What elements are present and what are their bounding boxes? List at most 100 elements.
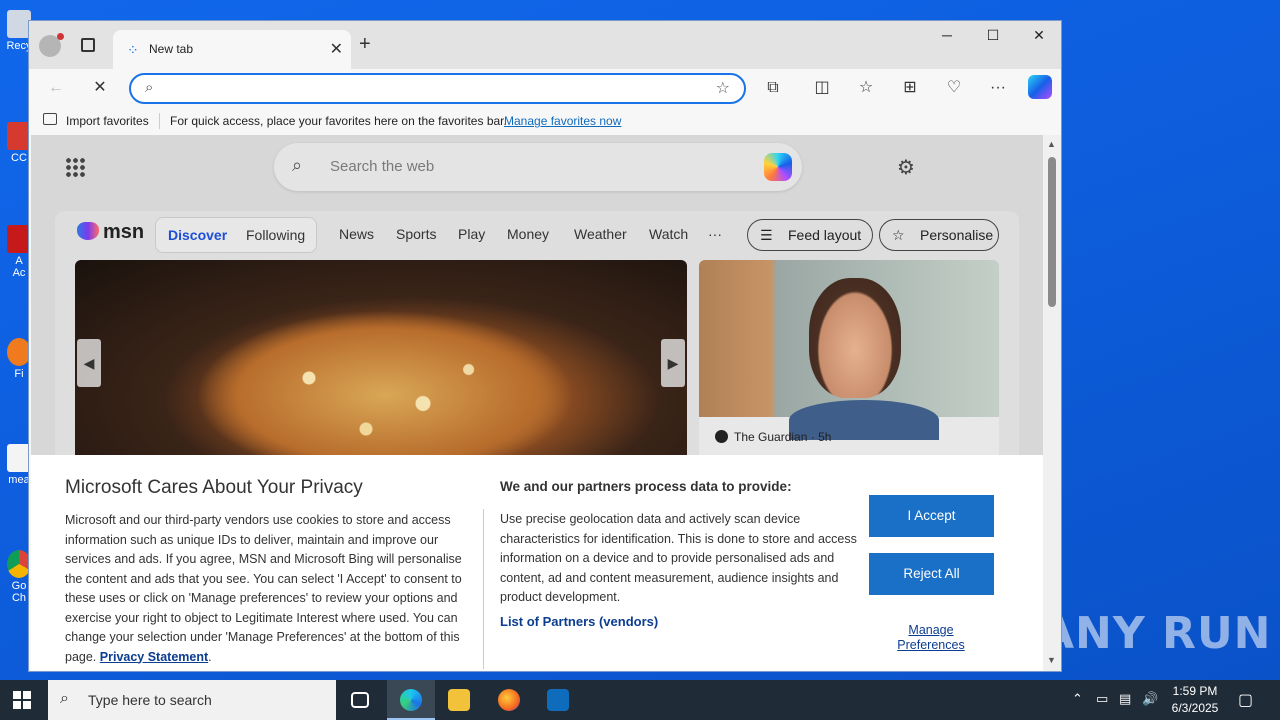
search-icon: ⌕ <box>145 79 154 96</box>
scrollbar-thumb[interactable] <box>1048 157 1056 307</box>
anyrun-watermark: ANY RUN <box>1040 608 1272 659</box>
data-purposes-body: Use precise geolocation data and activel… <box>500 512 857 604</box>
loading-icon: ⁘ <box>127 42 139 58</box>
scroll-down-icon[interactable]: ▼ <box>1047 655 1056 665</box>
feed-segment-control: Discover Following <box>155 217 317 253</box>
personalise-button[interactable]: ☆ Personalise <box>879 219 999 251</box>
edge-window: ⁘ New tab ✕ + ─ ☐ ✕ ← ✕ ⌕ ☆ ⧉ ◫ ☆ ⊞ ♡ ··… <box>28 20 1062 672</box>
collections-icon[interactable]: ⊞ <box>897 75 923 101</box>
hero-article-image[interactable] <box>75 260 687 460</box>
clock-time: 1:59 PM <box>1172 684 1218 698</box>
edge-icon <box>400 689 422 711</box>
tab-close-icon[interactable]: ✕ <box>330 39 343 59</box>
clock-date: 6/3/2025 <box>1171 701 1219 715</box>
web-search-box[interactable]: ⌕ Search the web <box>274 143 802 191</box>
page-scrollbar[interactable]: ▲ ▼ <box>1043 135 1061 671</box>
article-source: The Guardian · 5h <box>715 430 831 444</box>
page-settings-gear-icon[interactable]: ⚙ <box>897 155 915 180</box>
carousel-prev-icon[interactable]: ◀ <box>77 339 101 387</box>
chevron-up-icon[interactable]: ⌃ <box>1072 691 1083 707</box>
scroll-up-icon[interactable]: ▲ <box>1047 139 1056 149</box>
import-icon <box>43 113 57 125</box>
search-placeholder: Search the web <box>330 158 435 175</box>
taskbar-outlook[interactable] <box>534 680 582 720</box>
copilot-search-icon[interactable] <box>764 153 792 181</box>
favorites-bar: Import favorites For quick access, place… <box>29 107 1061 135</box>
tab-bar: ⁘ New tab ✕ + ─ ☐ ✕ <box>29 21 1061 69</box>
browser-essentials-icon[interactable]: ♡ <box>941 75 967 101</box>
tab-discover[interactable]: Discover <box>168 227 227 243</box>
source-logo-icon <box>715 430 728 443</box>
clock[interactable]: 1:59 PM 6/3/2025 <box>1165 683 1225 717</box>
import-favorites-button[interactable]: Import favorites <box>66 114 149 128</box>
article-age: · 5h <box>810 430 832 444</box>
msn-logo[interactable]: msn <box>77 221 144 244</box>
task-view-button[interactable] <box>336 680 384 720</box>
feed-layout-button[interactable]: ☰ Feed layout <box>747 219 873 251</box>
person-portrait <box>809 278 901 398</box>
extensions-icon[interactable]: ⧉ <box>760 75 786 101</box>
category-money[interactable]: Money <box>507 226 549 242</box>
manage-preferences-link[interactable]: Manage Preferences <box>881 623 981 653</box>
privacy-statement-link[interactable]: Privacy Statement <box>100 650 208 664</box>
reject-all-button[interactable]: Reject All <box>869 553 994 595</box>
favorite-star-icon[interactable]: ☆ <box>716 78 730 98</box>
msn-butterfly-icon <box>77 222 99 240</box>
manage-favorites-link[interactable]: Manage favorites now <box>504 114 621 128</box>
privacy-consent-banner: Microsoft Cares About Your Privacy Micro… <box>31 455 1043 671</box>
notifications-icon[interactable]: ▢ <box>1238 690 1253 710</box>
tab-following[interactable]: Following <box>246 227 305 243</box>
privacy-body: Microsoft and our third-party vendors us… <box>65 513 462 664</box>
tab-title: New tab <box>149 42 194 56</box>
close-window-icon[interactable]: ✕ <box>1024 27 1054 44</box>
tab-new-tab[interactable]: ⁘ New tab ✕ <box>113 30 351 69</box>
favorites-icon[interactable]: ☆ <box>853 75 879 101</box>
tab-actions-icon[interactable] <box>81 38 95 52</box>
category-news[interactable]: News <box>339 226 374 242</box>
minimize-icon[interactable]: ─ <box>932 27 962 43</box>
profile-avatar[interactable] <box>39 33 64 57</box>
taskbar-search-placeholder: Type here to search <box>88 692 212 708</box>
volume-icon[interactable]: 🔊 <box>1142 691 1158 707</box>
address-bar[interactable]: ⌕ ☆ <box>129 73 746 104</box>
new-tab-plus-icon[interactable]: + <box>359 33 371 56</box>
more-menu-icon[interactable]: ··· <box>985 75 1011 101</box>
taskbar-search[interactable]: ⌕ Type here to search <box>48 680 336 720</box>
back-arrow-icon[interactable]: ← <box>43 75 69 101</box>
divider <box>483 509 484 669</box>
privacy-title: Microsoft Cares About Your Privacy <box>65 477 363 498</box>
network-icon[interactable]: ▤ <box>1119 691 1131 707</box>
app-launcher-icon[interactable] <box>65 157 85 177</box>
sparkle-icon: ☆ <box>892 227 905 243</box>
address-input[interactable] <box>177 79 697 99</box>
category-watch[interactable]: Watch <box>649 226 688 242</box>
taskbar: ⌕ Type here to search ⌃ ▭ ▤ 🔊 1:59 PM 6/… <box>0 680 1280 720</box>
side-article-card[interactable]: The Guardian · 5h <box>699 260 999 480</box>
outlook-icon <box>547 689 569 711</box>
category-sports[interactable]: Sports <box>396 226 436 242</box>
copilot-icon[interactable] <box>1028 75 1052 99</box>
article-photo <box>699 260 999 440</box>
navigation-toolbar: ← ✕ ⌕ ☆ ⧉ ◫ ☆ ⊞ ♡ ··· <box>29 69 1061 107</box>
search-icon: ⌕ <box>60 690 69 707</box>
carousel-next-icon[interactable]: ▶ <box>661 339 685 387</box>
split-screen-icon[interactable]: ◫ <box>809 75 835 101</box>
folder-icon <box>448 689 470 711</box>
maximize-icon[interactable]: ☐ <box>978 27 1008 44</box>
accept-button[interactable]: I Accept <box>869 495 994 537</box>
data-purposes-title: We and our partners process data to prov… <box>500 479 792 494</box>
device-icon[interactable]: ▭ <box>1096 691 1108 707</box>
taskbar-file-explorer[interactable] <box>435 680 483 720</box>
category-more[interactable]: ··· <box>708 226 722 242</box>
task-view-icon <box>351 692 369 708</box>
stop-loading-icon[interactable]: ✕ <box>87 75 113 101</box>
sliders-icon: ☰ <box>760 227 773 243</box>
search-icon: ⌕ <box>292 155 303 175</box>
taskbar-edge[interactable] <box>387 680 435 720</box>
category-weather[interactable]: Weather <box>574 226 627 242</box>
category-play[interactable]: Play <box>458 226 485 242</box>
start-windows-icon[interactable] <box>13 691 31 709</box>
partners-list-link[interactable]: List of Partners (vendors) <box>500 614 658 629</box>
taskbar-firefox[interactable] <box>485 680 533 720</box>
firefox-icon <box>498 689 520 711</box>
